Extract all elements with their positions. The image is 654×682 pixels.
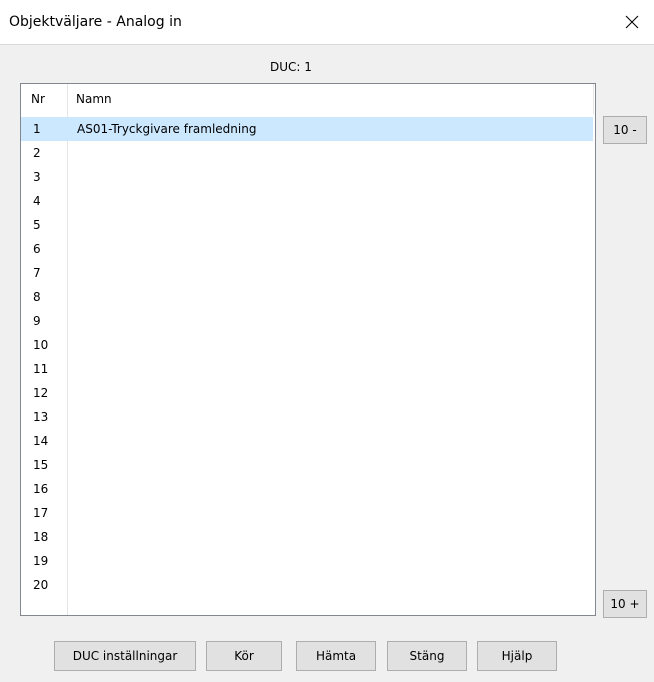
window-title: Objektväljare - Analog in (9, 14, 182, 30)
row-nr: 13 (33, 410, 49, 424)
column-divider (593, 84, 594, 114)
list-row[interactable]: 13 (21, 405, 595, 429)
list-row[interactable]: 20 (21, 573, 595, 597)
object-list[interactable]: Nr Namn 1 AS01-Tryckgivare framledning 2 3 4… (20, 83, 596, 616)
list-header: Nr Namn (21, 84, 595, 114)
list-row[interactable]: 6 (21, 237, 595, 261)
row-nr: 2 (33, 146, 41, 160)
row-nr: 17 (33, 506, 49, 520)
row-nr: 16 (33, 482, 49, 496)
row-nr: 3 (33, 170, 41, 184)
list-row[interactable]: 3 (21, 165, 595, 189)
row-nr: 9 (33, 314, 41, 328)
list-row[interactable]: 18 (21, 525, 595, 549)
row-nr: 18 (33, 530, 49, 544)
duc-settings-button[interactable]: DUC inställningar (54, 641, 196, 671)
duc-label: DUC: 1 (270, 60, 312, 74)
row-nr: 15 (33, 458, 49, 472)
row-nr: 12 (33, 386, 49, 400)
close-window-button[interactable] (610, 0, 654, 44)
list-row[interactable]: 11 (21, 357, 595, 381)
close-button[interactable]: Stäng (387, 641, 467, 671)
list-rows: 1 AS01-Tryckgivare framledning 2 3 4 5 6 7 8 9 10 1… (21, 117, 595, 597)
row-nr: 4 (33, 194, 41, 208)
row-nr: 1 (33, 122, 41, 136)
prev-10-button[interactable]: 10 - (603, 116, 647, 144)
list-row[interactable]: 7 (21, 261, 595, 285)
column-header-namn[interactable]: Namn (76, 92, 112, 106)
fetch-button[interactable]: Hämta (296, 641, 376, 671)
list-row[interactable]: 16 (21, 477, 595, 501)
row-nr: 10 (33, 338, 49, 352)
list-row[interactable]: 15 (21, 453, 595, 477)
close-icon (625, 15, 639, 29)
next-10-button[interactable]: 10 + (603, 590, 647, 618)
row-nr: 11 (33, 362, 49, 376)
list-row[interactable]: 4 (21, 189, 595, 213)
row-nr: 8 (33, 290, 41, 304)
list-row[interactable]: 19 (21, 549, 595, 573)
list-row[interactable]: 2 (21, 141, 595, 165)
row-nr: 14 (33, 434, 49, 448)
list-row[interactable]: 10 (21, 333, 595, 357)
list-row[interactable]: 5 (21, 213, 595, 237)
row-nr: 5 (33, 218, 41, 232)
list-row[interactable]: 12 (21, 381, 595, 405)
list-row[interactable]: 8 (21, 285, 595, 309)
list-row[interactable]: 14 (21, 429, 595, 453)
column-header-nr[interactable]: Nr (31, 92, 45, 106)
row-nr: 6 (33, 242, 41, 256)
row-nr: 19 (33, 554, 49, 568)
title-bar: Objektväljare - Analog in (0, 0, 654, 45)
run-button[interactable]: Kör (206, 641, 282, 671)
help-button[interactable]: Hjälp (477, 641, 557, 671)
list-row[interactable]: 1 AS01-Tryckgivare framledning (21, 117, 593, 141)
row-nr: 7 (33, 266, 41, 280)
row-namn: AS01-Tryckgivare framledning (77, 122, 257, 136)
list-row[interactable]: 9 (21, 309, 595, 333)
list-row[interactable]: 17 (21, 501, 595, 525)
row-nr: 20 (33, 578, 49, 592)
